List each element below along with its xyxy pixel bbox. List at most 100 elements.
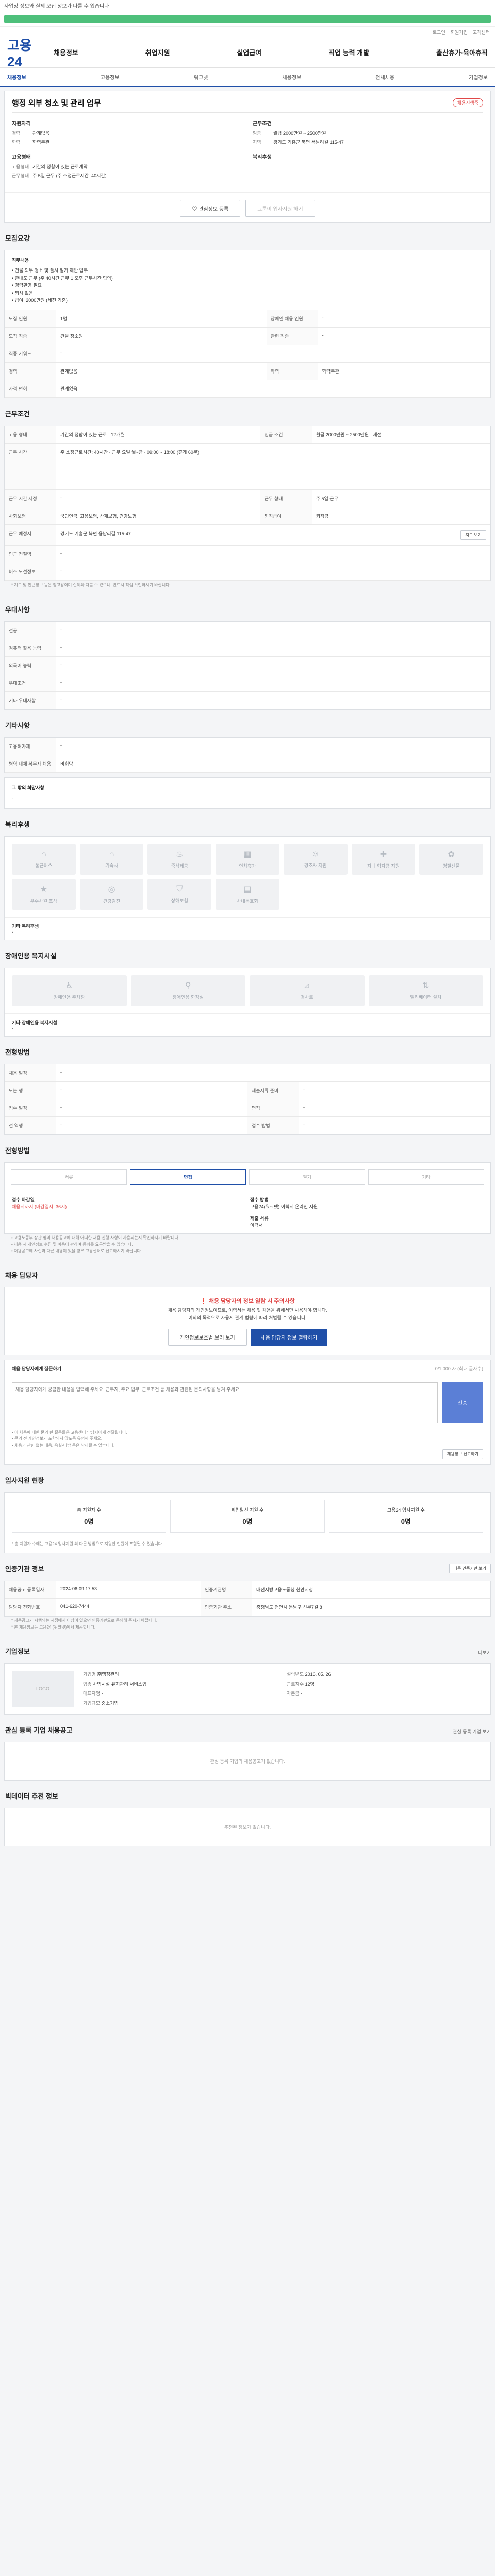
table-cell: 학력무관 <box>318 362 490 381</box>
stat-value: 0명 <box>242 1517 253 1526</box>
stat-label: 총 지원자 수 <box>77 1507 101 1513</box>
table-row: 전 역행 - 접수 방법 - <box>5 1116 490 1134</box>
note-line: * 채용공고가 시행되는 시점에서 이상이 있으면 인증기관으로 문의해 주시기… <box>11 1618 157 1623</box>
table-header: 전 역행 <box>5 1116 56 1134</box>
house-icon: ⌂ <box>41 850 46 859</box>
table-cell: 관계없음 <box>56 362 267 381</box>
recommend-empty: 추천된 정보가 없습니다. <box>224 1825 271 1831</box>
table-header: 전공 <box>5 622 56 640</box>
table-header: 관련 직종 <box>266 327 318 346</box>
tab-written[interactable]: 필기 <box>249 1168 365 1185</box>
kv-key: 설립년도 <box>287 1672 304 1677</box>
menu-employment-support[interactable]: 취업지원 <box>145 47 170 57</box>
similar-card: 관심 등록 기업의 채용공고가 없습니다. <box>4 1742 491 1781</box>
signup-link[interactable]: 회원가입 <box>451 29 468 36</box>
tab-etc[interactable]: 기타 <box>368 1168 484 1185</box>
view-contact-button[interactable]: 채용 담당자 정보 열람하기 <box>251 1328 327 1346</box>
menu-unemployment-benefit[interactable]: 실업급여 <box>237 47 261 57</box>
top-notice: 사업장 정보와 실제 모집 정보가 다를 수 있습니다 <box>4 4 109 9</box>
table-row: 고용 형태 기간의 정함이 있는 근로 · 12개월 임금 조건 월급 2000만원 … <box>5 426 490 444</box>
similar-more-link[interactable]: 관심 등록 기업 보기 <box>453 1728 491 1738</box>
stat-label: 취업알선 지원 수 <box>231 1507 264 1513</box>
table-cell: - <box>56 1116 248 1134</box>
report-button[interactable]: 채용정보 신고하기 <box>442 1449 483 1459</box>
stat-online-applicants: 고용24 입사지원 수 0명 <box>328 1499 483 1533</box>
preference-table: 전공 - 컴퓨터 활용 능력 - 외국어 능력 - 우대조건 - 기타 우대사항 - <box>5 622 490 710</box>
disability-etc-value: - <box>12 1025 13 1031</box>
job-description-line: • 퇴사 없음 <box>12 290 34 296</box>
table-row: 담당자 전화번호 041-620-7444 인증기관 주소 충청남도 천안시 동남구 … <box>5 1598 490 1616</box>
menu-jobs[interactable]: 채용정보 <box>54 47 78 57</box>
subnav-item[interactable]: 기업정보 <box>469 73 488 81</box>
subnav-item[interactable]: 전체채용 <box>375 73 394 81</box>
table-cell: 관계없음 <box>56 380 490 398</box>
table-header: 인증기관 주소 <box>200 1598 252 1616</box>
table-cell: 주 5일 근무 <box>311 489 490 508</box>
elevator-icon: ⇅ <box>422 981 430 991</box>
institution-card: 채용공고 등록일자 2024-06-09 17:53 인증기관명 대전지방고용노동청 … <box>4 1580 491 1617</box>
kv-value: - <box>101 1691 103 1697</box>
tab-interview[interactable]: 면접 <box>130 1168 246 1185</box>
subnav-item[interactable]: 채용정보 <box>7 73 26 81</box>
question-card: 채용 담당자에게 질문하기 0/1,000 자 (최대 글자수) 전송 • 이 채… <box>4 1359 491 1465</box>
status-section-title: 입사지원 현황 <box>5 1476 44 1484</box>
welfare-label: 사내동호회 <box>237 899 258 904</box>
menu-parental-leave[interactable]: 출산휴가·육아휴직 <box>436 47 488 57</box>
table-header: 인근 전철역 <box>5 545 56 564</box>
company-more-link[interactable]: 더보기 <box>478 1649 491 1659</box>
table-row: 근무 시간 주 소정근로시간: 40시간 · 근무 요일 월~금 · 09:00 … <box>5 443 490 490</box>
menu-vocational-training[interactable]: 직업 능력 개발 <box>328 47 369 57</box>
table-cell: 건물 청소원 <box>56 327 267 346</box>
institution-section-title: 인증기관 정보 <box>5 1565 44 1573</box>
table-row: 전공 - <box>5 622 490 640</box>
kv-value: 사업시설 유지관리 서비스업 <box>93 1681 147 1687</box>
other-institution-button[interactable]: 다른 인증기관 보기 <box>449 1563 491 1573</box>
login-link[interactable]: 로그인 <box>433 29 446 36</box>
disability-item: ⊿ 경사로 <box>250 975 365 1006</box>
table-header: 근무 예정지 <box>5 524 56 546</box>
subnav-item[interactable]: 채용정보 <box>282 73 301 81</box>
help-link[interactable]: 고객센터 <box>473 29 490 36</box>
tab-documents[interactable]: 서류 <box>11 1168 127 1185</box>
welfare-label: 기숙사 <box>105 863 118 869</box>
other-table: 고용허가제 - 병역 대체 복무자 채용 비희망 <box>5 738 490 773</box>
disability-icon-grid: ♿ 장애인용 주차장 ⚲ 장애인용 화장실 ⊿ 경사로 ⇅ 엘리베이터 설치 <box>5 968 490 1013</box>
add-interest-button[interactable]: ♡ 관심정보 등록 <box>180 200 241 217</box>
table-row: 직종 키워드 - <box>5 345 490 363</box>
site-logo[interactable]: 고용24 <box>7 35 43 70</box>
privacy-law-button[interactable]: 개인정보보호법 보러 보기 <box>168 1328 247 1346</box>
shield-icon: ⛉ <box>176 885 183 894</box>
progress-track <box>4 14 491 23</box>
kv-key: 임금 <box>253 131 261 136</box>
deadline-value: 채용시까지 (마감일시: 36시) <box>12 1204 67 1209</box>
welfare-item: ⛉ 상해보험 <box>147 878 212 910</box>
kv-value: 경기도 기흥군 북면 용남리길 115-47 <box>273 140 344 145</box>
table-cell: 비희망 <box>56 755 490 773</box>
selection-table: 채용 일정 - 모는 행 - 제출서류 준비 - 접수 일정 - 면접 - 전 역행 - 접수 방… <box>5 1064 490 1134</box>
welfare-label: 경조사 지원 <box>304 863 327 869</box>
table-row: 버스 노선정보 - <box>5 563 490 581</box>
kv-key: 기업명 <box>83 1672 96 1677</box>
note-line: • 채용 시 개인정보 수집 및 이용에 관하여 동의를 요구받을 수 있습니다… <box>11 1242 133 1247</box>
table-header: 경력 <box>5 362 56 381</box>
summary-qualification-title: 자원자격 <box>12 121 31 127</box>
contact-alert-title: 채용 담당자의 정보 열람 시 주의사항 <box>208 1298 295 1305</box>
question-input[interactable] <box>12 1382 438 1423</box>
kv-value: - <box>301 1691 303 1697</box>
selection-section-title: 전형방법 <box>5 1048 30 1056</box>
kv-key: 근로자수 <box>287 1681 304 1687</box>
send-question-button[interactable]: 전송 <box>442 1382 483 1423</box>
table-cell: - <box>56 489 260 508</box>
map-button[interactable]: 지도 보기 <box>460 530 486 540</box>
subnav-item[interactable]: 고용정보 <box>101 73 120 81</box>
disability-label: 장애인용 주차장 <box>54 995 85 1001</box>
table-cell: - <box>299 1099 490 1117</box>
recruit-card: 직무내용 • 건물 외부 청소 및 풀시 철거 제반 업무 • 관내도 근무 (… <box>4 250 491 399</box>
subnav-item[interactable]: 워크넷 <box>194 73 208 81</box>
welfare-item: ⌂ 기숙사 <box>79 843 144 875</box>
apply-button[interactable]: 그룹이 입사지원 하기 <box>245 200 315 217</box>
table-row: 고용허가제 - <box>5 738 490 756</box>
utility-menu: 로그인 회원가입 고객센터 <box>0 27 495 37</box>
chart-icon: ▤ <box>243 885 252 894</box>
table-cell: - <box>318 327 490 346</box>
